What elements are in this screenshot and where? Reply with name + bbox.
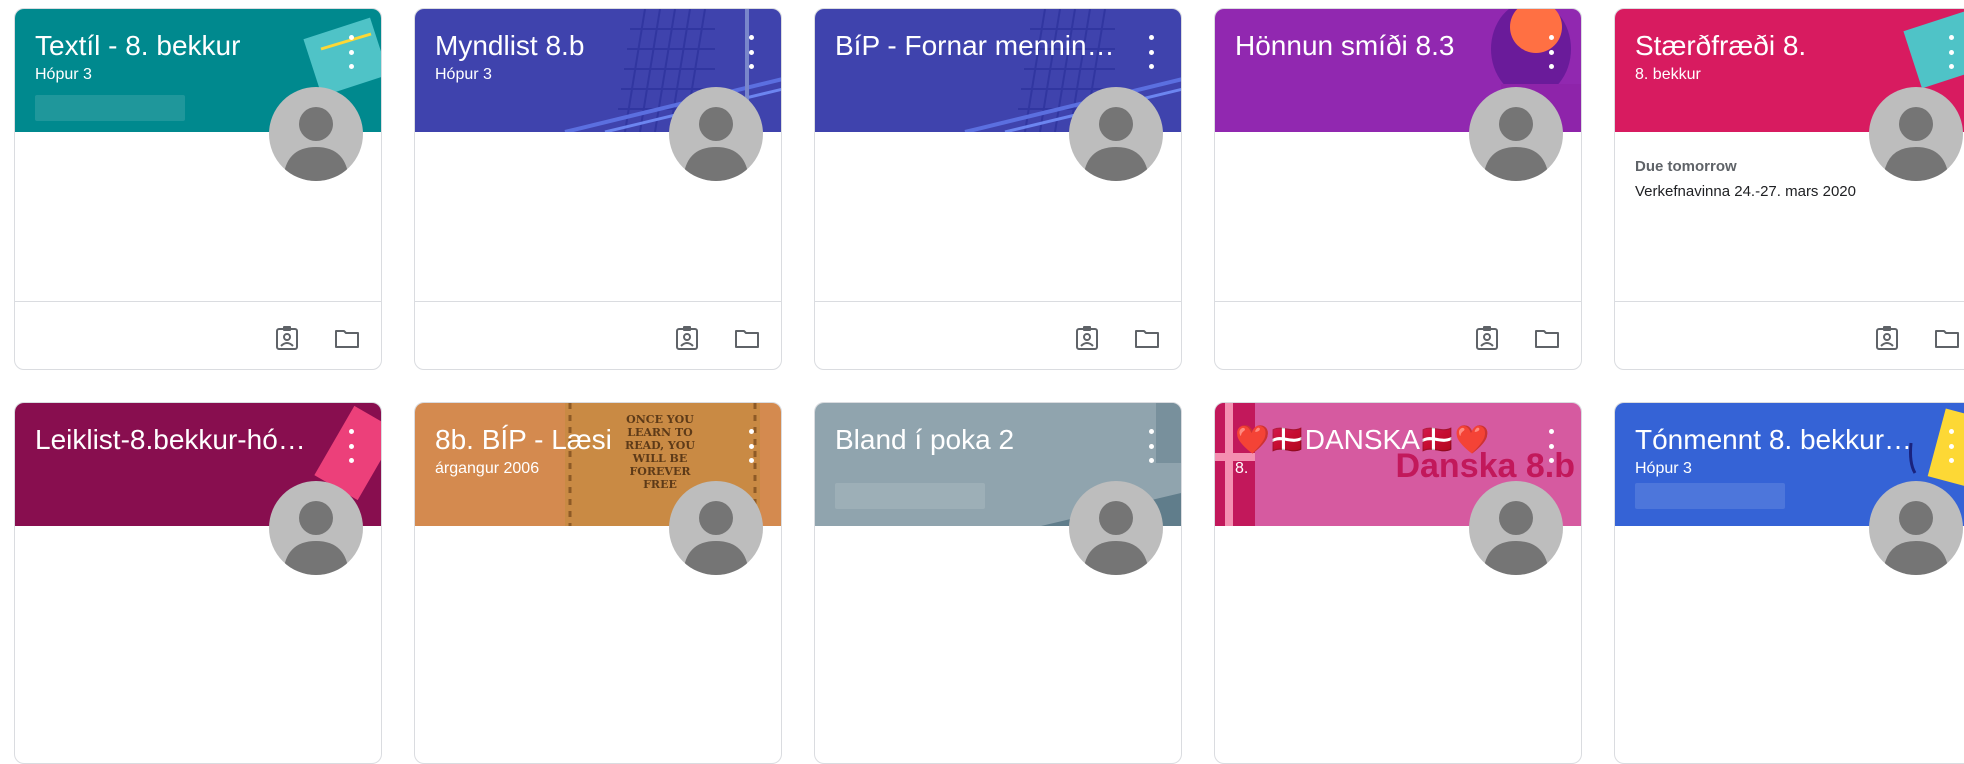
teacher-name-blurred <box>1635 483 1785 509</box>
class-card-danska[interactable]: Danska 8.b ❤️🇩🇰DANSKA🇩🇰❤️ 8. <box>1214 402 1582 764</box>
card-footer <box>15 301 381 369</box>
avatar-placeholder-icon <box>1069 87 1163 181</box>
avatar-placeholder-icon <box>269 481 363 575</box>
class-title[interactable]: Stærðfræði 8. <box>1635 29 1915 63</box>
folder-icon[interactable] <box>333 324 361 352</box>
assignment-ind-icon[interactable] <box>673 324 701 352</box>
class-title[interactable]: Tónmennt 8. bekkur 2... <box>1635 423 1915 457</box>
avatar-placeholder-icon <box>1469 87 1563 181</box>
more-vert-icon[interactable] <box>1141 429 1161 463</box>
class-title[interactable]: ❤️🇩🇰DANSKA🇩🇰❤️ <box>1235 423 1515 457</box>
class-title[interactable]: Hönnun smíði 8.3 <box>1235 29 1515 63</box>
class-title[interactable]: Leiklist-8.bekkur-hóp... <box>35 423 315 457</box>
class-card-bip-fornar[interactable]: BíP - Fornar menning... <box>814 8 1182 370</box>
card-footer <box>1215 301 1581 369</box>
more-vert-icon[interactable] <box>741 35 761 69</box>
avatar-placeholder-icon <box>1869 481 1963 575</box>
class-card-myndlist[interactable]: Myndlist 8.b Hópur 3 <box>414 8 782 370</box>
teacher-name-blurred <box>35 95 185 121</box>
due-assignment-link[interactable]: Verkefnavinna 24.-27. mars 2020 <box>1635 181 1856 203</box>
class-card-honnun[interactable]: Hönnun smíði 8.3 <box>1214 8 1582 370</box>
due-assignment[interactable]: Due tomorrow Verkefnavinna 24.-27. mars … <box>1635 157 1856 203</box>
assignment-ind-icon[interactable] <box>1873 324 1901 352</box>
class-section: 8. <box>1235 460 1249 477</box>
more-vert-icon[interactable] <box>1541 35 1561 69</box>
avatar-placeholder-icon <box>1069 481 1163 575</box>
due-label: Due tomorrow <box>1635 158 1737 175</box>
folder-icon[interactable] <box>1933 324 1961 352</box>
assignment-ind-icon[interactable] <box>1073 324 1101 352</box>
more-vert-icon[interactable] <box>341 429 361 463</box>
class-title[interactable]: Myndlist 8.b <box>435 29 715 63</box>
class-card-bland[interactable]: Bland í poka 2 <box>814 402 1182 764</box>
class-card-leiklist[interactable]: Leiklist-8.bekkur-hóp... <box>14 402 382 764</box>
class-title[interactable]: Bland í poka 2 <box>835 423 1115 457</box>
teacher-name-blurred <box>835 483 985 509</box>
more-vert-icon[interactable] <box>341 35 361 69</box>
class-card-staerdfraedi[interactable]: Stærðfræði 8. 8. bekkur Due tomorrow Ver… <box>1614 8 1964 370</box>
class-section: Hópur 3 <box>1635 460 1692 477</box>
class-section: Hópur 3 <box>35 66 92 83</box>
folder-icon[interactable] <box>1533 324 1561 352</box>
assignment-ind-icon[interactable] <box>1473 324 1501 352</box>
card-footer <box>815 301 1181 369</box>
class-section: 8. bekkur <box>1635 66 1701 83</box>
class-card-textil[interactable]: Textíl - 8. bekkur Hópur 3 <box>14 8 382 370</box>
avatar-placeholder-icon <box>669 481 763 575</box>
class-section: Hópur 3 <box>435 66 492 83</box>
avatar-placeholder-icon <box>669 87 763 181</box>
folder-icon[interactable] <box>1133 324 1161 352</box>
more-vert-icon[interactable] <box>1941 35 1961 69</box>
assignment-ind-icon[interactable] <box>273 324 301 352</box>
class-card-tonmennt[interactable]: Tónmennt 8. bekkur 2... Hópur 3 <box>1614 402 1964 764</box>
folder-icon[interactable] <box>733 324 761 352</box>
card-footer <box>415 301 781 369</box>
more-vert-icon[interactable] <box>1941 429 1961 463</box>
class-title[interactable]: 8b. BÍP - Læsi <box>435 423 715 457</box>
class-title[interactable]: BíP - Fornar menning... <box>835 29 1115 63</box>
more-vert-icon[interactable] <box>1141 35 1161 69</box>
card-footer <box>1615 301 1964 369</box>
avatar-placeholder-icon <box>269 87 363 181</box>
avatar-placeholder-icon <box>1869 87 1963 181</box>
avatar-placeholder-icon <box>1469 481 1563 575</box>
more-vert-icon[interactable] <box>741 429 761 463</box>
more-vert-icon[interactable] <box>1541 429 1561 463</box>
class-title[interactable]: Textíl - 8. bekkur <box>35 29 315 63</box>
class-section: árgangur 2006 <box>435 460 540 477</box>
class-card-bip-laesi[interactable]: ONCE YOU LEARN TO READ, YOU WILL BE FORE… <box>414 402 782 764</box>
